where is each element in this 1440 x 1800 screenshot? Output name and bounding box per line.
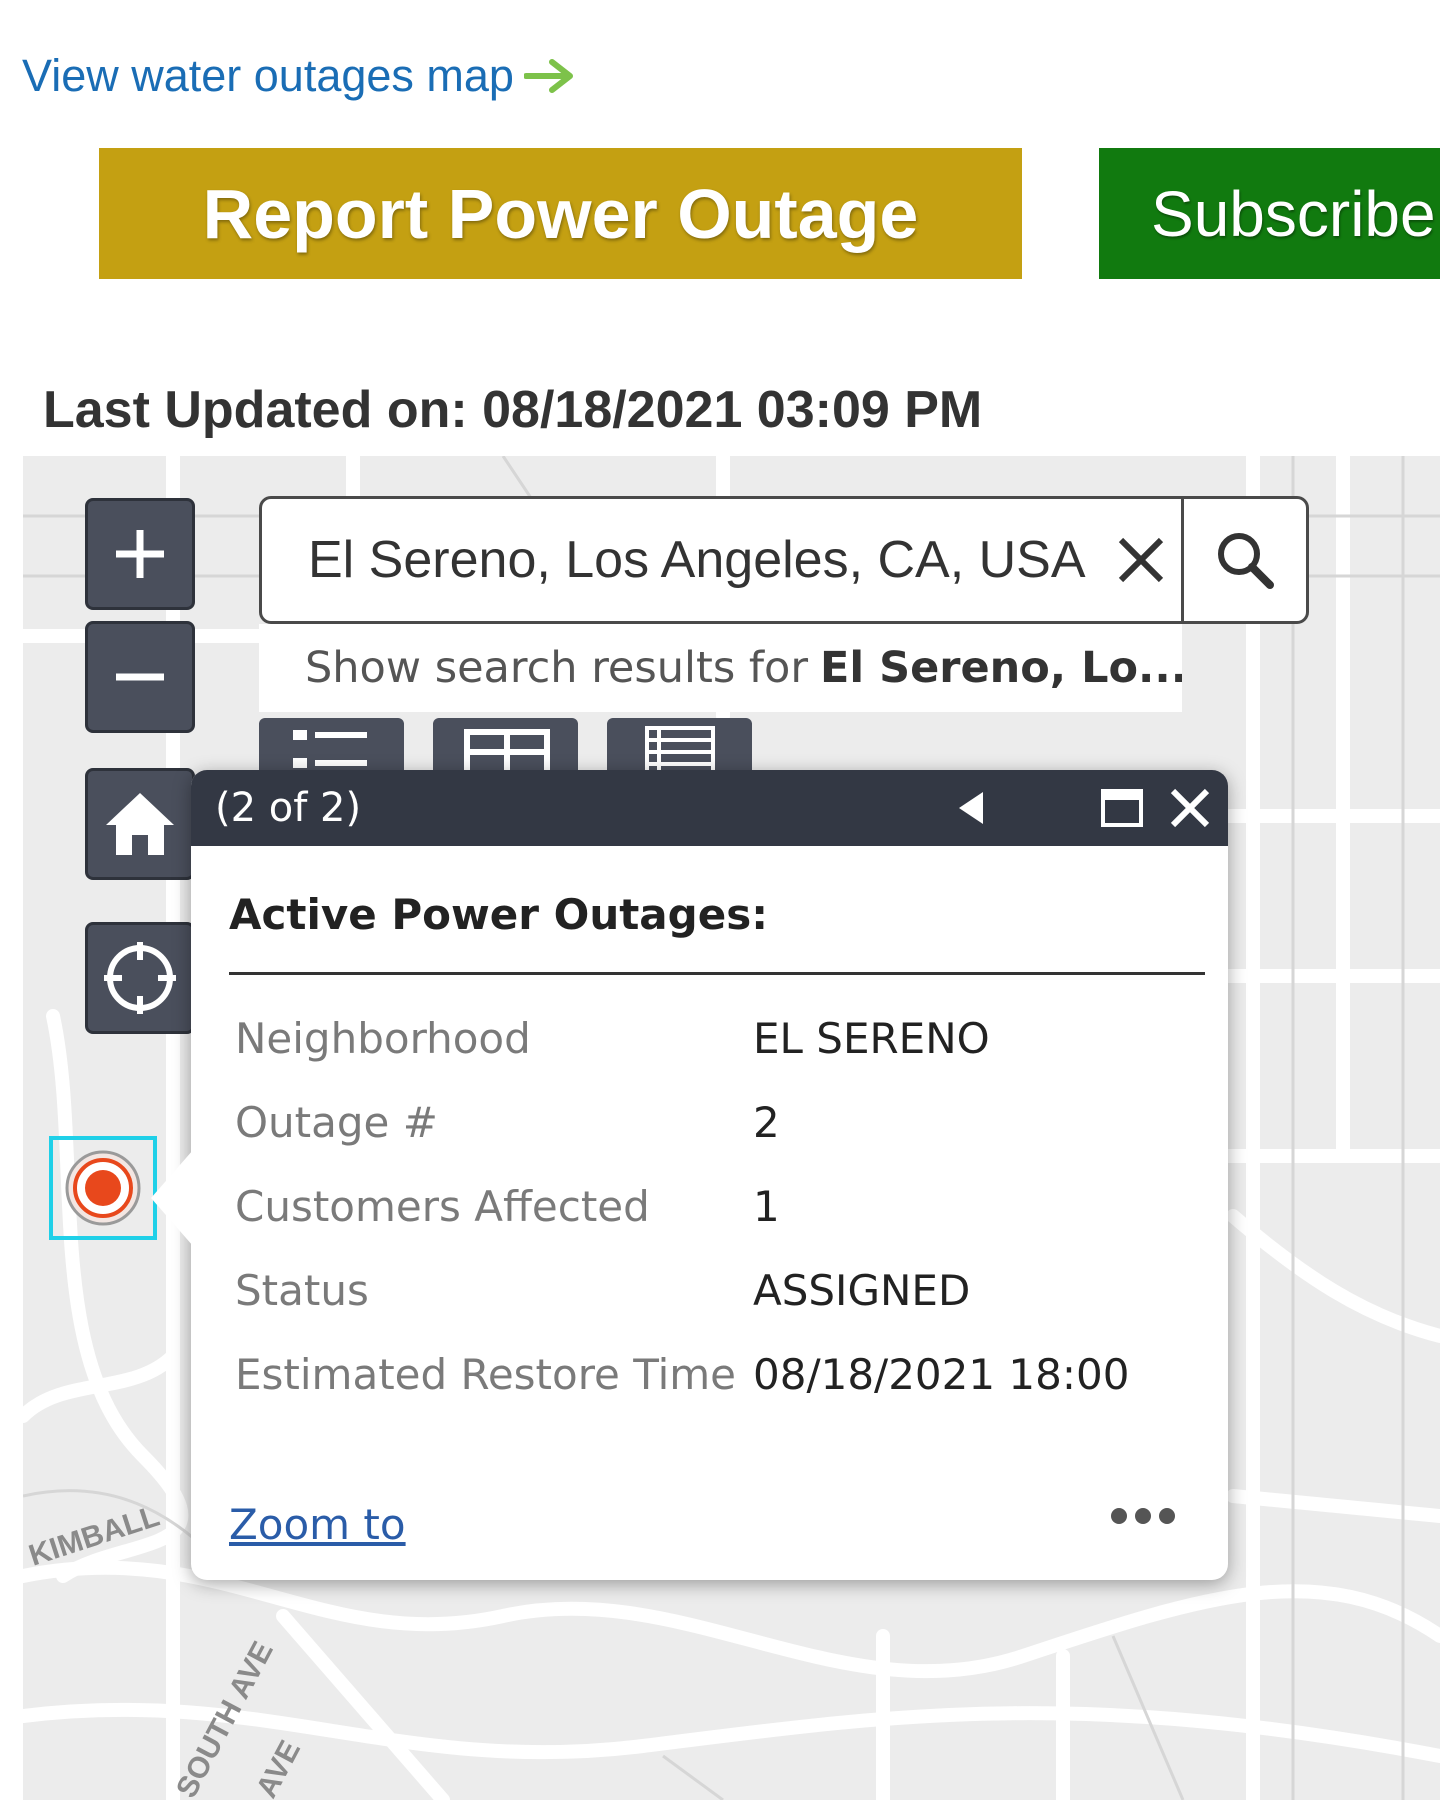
attr-name: Neighborhood xyxy=(235,1013,531,1063)
home-button[interactable] xyxy=(85,768,195,880)
close-icon xyxy=(1118,537,1164,583)
outage-attributes-table: Neighborhood EL SERENO Outage # 2 Custom… xyxy=(235,996,1185,1416)
attr-name: Status xyxy=(235,1265,369,1315)
maximize-icon xyxy=(1101,789,1143,827)
crosshair-icon xyxy=(104,942,176,1014)
close-popup-button[interactable] xyxy=(1159,770,1221,846)
search-button[interactable] xyxy=(1181,499,1306,621)
last-updated-timestamp: Last Updated on: 08/18/2021 03:09 PM xyxy=(43,381,983,439)
table-row: Neighborhood EL SERENO xyxy=(235,996,1185,1080)
zoom-in-button[interactable] xyxy=(85,498,195,610)
attr-value: ASSIGNED xyxy=(753,1265,971,1315)
home-icon xyxy=(106,793,174,855)
attr-value: 2 xyxy=(753,1097,780,1147)
outage-marker-icon xyxy=(65,1150,141,1226)
table-row: Status ASSIGNED xyxy=(235,1248,1185,1332)
popup-title: Active Power Outages: xyxy=(229,890,768,939)
suggestion-bold: El Sereno, Lo... xyxy=(820,643,1182,693)
popup-counter: (2 of 2) xyxy=(215,785,362,831)
minus-icon xyxy=(116,673,164,681)
attr-value: 1 xyxy=(753,1181,780,1231)
table-tab[interactable] xyxy=(433,718,578,785)
clear-search-button[interactable] xyxy=(1101,499,1181,621)
table-row: Customers Affected 1 xyxy=(235,1164,1185,1248)
attr-name: Estimated Restore Time xyxy=(235,1349,737,1399)
list-icon xyxy=(293,730,367,768)
legend-tab[interactable] xyxy=(259,718,404,778)
street-label-ave: AVE xyxy=(250,1735,307,1800)
popup-divider xyxy=(229,972,1205,975)
search-input[interactable] xyxy=(262,499,1101,621)
report-power-outage-button[interactable]: Report Power Outage xyxy=(99,148,1022,279)
search-suggestion[interactable]: Show search results for El Sereno, Lo... xyxy=(259,624,1182,712)
search-icon xyxy=(1218,533,1274,589)
close-icon xyxy=(1170,788,1210,828)
arrow-right-icon xyxy=(523,59,573,93)
outage-popup: (2 of 2) Active Power Outages: Neighborh… xyxy=(151,770,1228,1580)
ellipsis-icon xyxy=(1135,1508,1151,1524)
outage-marker-selection[interactable] xyxy=(49,1136,157,1240)
attr-value: 08/18/2021 18:00 xyxy=(753,1349,1130,1399)
more-options-button[interactable] xyxy=(1111,1508,1175,1524)
attr-name: Customers Affected xyxy=(235,1181,650,1231)
ellipsis-icon xyxy=(1111,1508,1127,1524)
attr-name: Outage # xyxy=(235,1097,438,1147)
plus-icon xyxy=(116,530,164,578)
popup-header: (2 of 2) xyxy=(191,770,1228,846)
table-icon xyxy=(464,729,550,785)
ellipsis-icon xyxy=(1159,1508,1175,1524)
zoom-to-link[interactable]: Zoom to xyxy=(229,1500,406,1549)
outage-map[interactable]: KIMBALL SOUTH AVE AVE El Sereno, Los Ang… xyxy=(23,456,1440,1800)
search-box xyxy=(259,496,1309,624)
suggestion-prefix: Show search results for xyxy=(305,643,809,693)
zoom-out-button[interactable] xyxy=(85,621,195,733)
layer-list-tab[interactable] xyxy=(607,718,752,778)
attr-value: EL SERENO xyxy=(753,1013,990,1063)
locate-button[interactable] xyxy=(85,922,195,1034)
maximize-button[interactable] xyxy=(1091,770,1153,846)
previous-feature-button[interactable] xyxy=(941,770,1001,846)
water-outages-map-link[interactable]: View water outages map xyxy=(22,50,576,102)
table-row: Estimated Restore Time 08/18/2021 18:00 xyxy=(235,1332,1185,1416)
water-outages-link-label: View water outages map xyxy=(22,50,514,101)
popup-pointer xyxy=(151,1150,193,1246)
table-row: Outage # 2 xyxy=(235,1080,1185,1164)
subscribe-button[interactable]: Subscribe xyxy=(1099,148,1440,279)
layer-list-icon xyxy=(645,726,715,778)
triangle-left-icon xyxy=(959,792,983,824)
